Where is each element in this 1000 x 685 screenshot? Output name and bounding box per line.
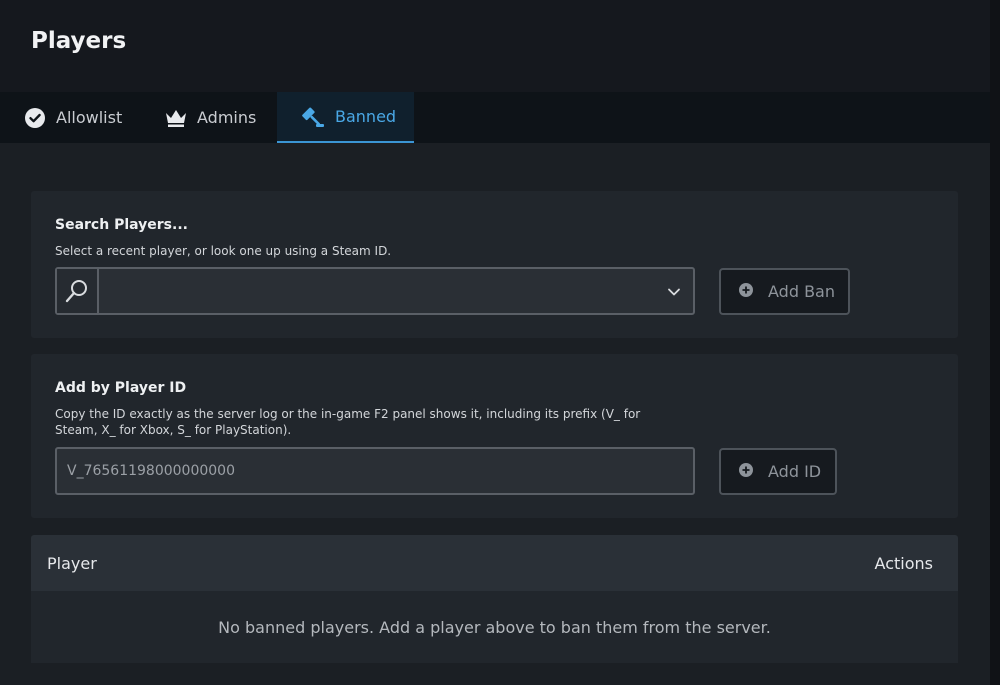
button-label: Add ID xyxy=(768,462,822,481)
plus-circle-icon xyxy=(738,462,754,482)
add-id-button[interactable]: Add ID xyxy=(719,448,837,495)
tab-bar: Allowlist Admins Banned xyxy=(0,92,990,143)
crown-icon xyxy=(165,108,187,128)
card-title: Search Players... xyxy=(55,217,188,233)
tab-label: Banned xyxy=(335,107,397,126)
column-header-actions: Actions xyxy=(874,554,933,573)
check-circle-icon xyxy=(24,107,46,129)
add-by-id-card: Add by Player ID Copy the ID exactly as … xyxy=(31,354,958,518)
chevron-down-icon[interactable] xyxy=(667,284,681,303)
column-header-player: Player xyxy=(47,554,97,573)
card-description: Select a recent player, or look one up u… xyxy=(55,244,392,258)
tab-allowlist[interactable]: Allowlist xyxy=(0,92,142,143)
empty-state-message: No banned players. Add a player above to… xyxy=(218,618,771,637)
scrollbar-track[interactable] xyxy=(990,0,1000,685)
tab-label: Allowlist xyxy=(56,108,123,127)
player-search-select[interactable] xyxy=(55,267,695,315)
search-icon xyxy=(57,269,99,313)
player-select-field[interactable] xyxy=(99,269,693,313)
button-label: Add Ban xyxy=(768,282,835,301)
player-id-input[interactable]: V_76561198000000000 xyxy=(55,447,695,495)
search-players-card: Search Players... Select a recent player… xyxy=(31,191,958,338)
card-description: Copy the ID exactly as the server log or… xyxy=(55,407,641,437)
banned-table-header: Player Actions xyxy=(31,535,958,591)
banned-table-body: No banned players. Add a player above to… xyxy=(31,591,958,663)
gavel-icon xyxy=(301,105,325,129)
tab-admins[interactable]: Admins xyxy=(142,92,277,143)
tab-label: Admins xyxy=(197,108,257,127)
add-ban-button[interactable]: Add Ban xyxy=(719,268,850,315)
page-header: Players xyxy=(0,0,990,92)
page-title: Players xyxy=(31,28,127,54)
input-placeholder: V_76561198000000000 xyxy=(67,463,235,479)
card-title: Add by Player ID xyxy=(55,380,187,396)
plus-circle-icon xyxy=(738,282,754,302)
tab-banned[interactable]: Banned xyxy=(277,92,414,143)
